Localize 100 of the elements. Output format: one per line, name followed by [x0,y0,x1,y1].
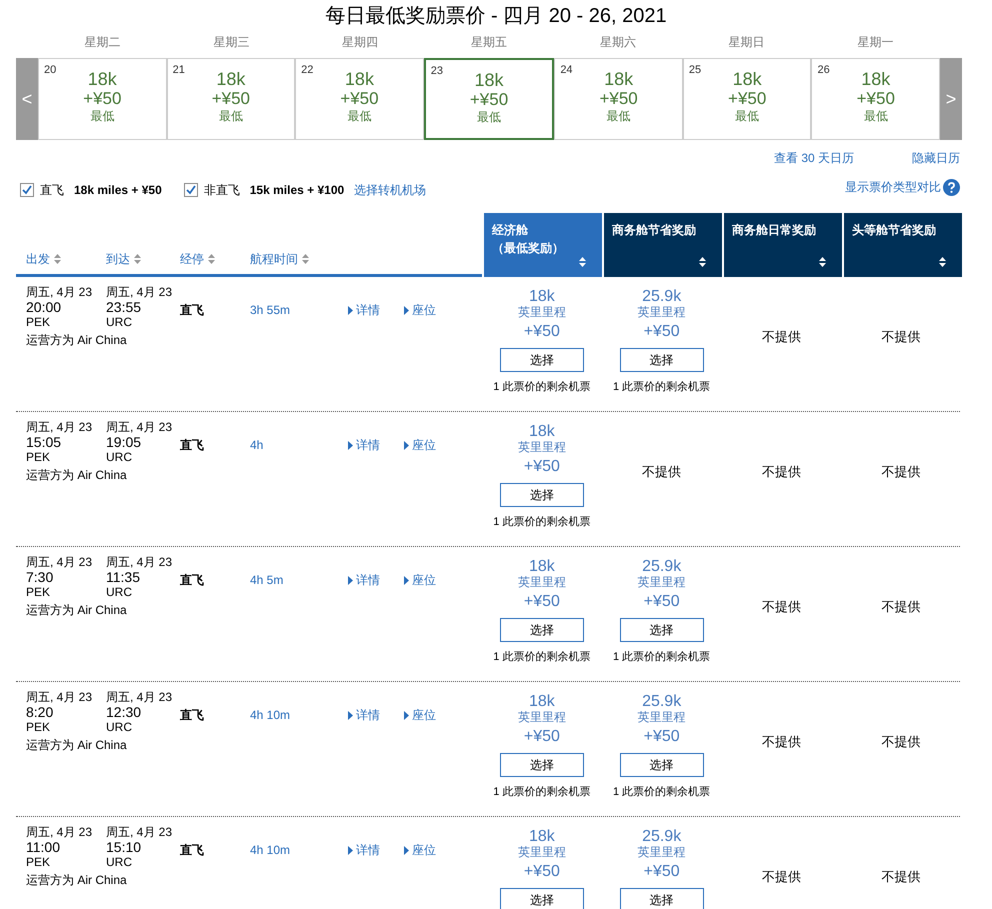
details-link[interactable]: 详情 [348,571,404,589]
seats-link[interactable]: 座位 [404,706,436,724]
calendar-link[interactable]: 隐藏日历 [912,149,960,167]
departure-airport: PEK [26,315,52,329]
seats-remaining: 1 此票价的剩余机票 [493,515,590,530]
miles-amount: 18k [528,424,555,440]
select-button[interactable]: 选择 [620,618,704,642]
sort-icon [302,254,309,264]
caret-icon [348,846,353,854]
departure-date: 周五, 4月 23 [26,690,94,704]
filter-price: 15k miles + ¥100 [250,182,344,199]
select-button[interactable]: 选择 [500,483,584,507]
help-icon[interactable] [943,178,960,196]
weekday-label: 星期日 [728,34,765,51]
day-note: 最低 [477,110,502,124]
day-note: 最低 [606,109,631,123]
day-number: 24 [560,63,573,78]
fee-amount: +¥50 [644,862,680,882]
checkbox[interactable] [20,183,34,197]
sort-icon [579,257,586,267]
sort-header[interactable]: 到达 [106,250,180,268]
day-number: 26 [817,63,830,78]
arrival-date: 周五, 4月 23 [106,555,174,569]
seats-remaining: 1 此票价的剩余机票 [493,380,590,395]
fare-type-subtitle: （最低奖励） [492,240,565,257]
day-cell[interactable]: 26 18k +¥50 最低 [811,58,940,140]
miles-unit: 英里里程 [518,575,566,589]
miles-amount: 25.9k [642,289,682,305]
previous-week-button[interactable]: < [16,58,38,140]
fare-column-header[interactable]: 头等舱节省奖励 [844,213,962,277]
day-fee: +¥50 [599,89,638,109]
sort-header[interactable]: 经停 [180,250,250,268]
day-number: 25 [688,63,702,78]
details-link[interactable]: 详情 [348,841,404,859]
miles-unit: 英里里程 [638,305,686,319]
fare-type-title: 头等舱节省奖励 [852,222,937,239]
seats-remaining: 1 此票价的剩余机票 [613,785,710,800]
miles-unit: 英里里程 [518,710,566,724]
day-cell[interactable]: 23 18k +¥50 最低 [424,58,554,140]
fare-column-header[interactable]: 商务舱日常奖励 [724,213,842,277]
sort-icon [134,254,141,264]
seats-link[interactable]: 座位 [404,571,436,589]
arrival-airport: URC [106,450,133,464]
fare-column-header[interactable]: 商务舱节省奖励 [604,213,722,277]
arrival-date: 周五, 4月 23 [106,420,174,434]
checkbox[interactable] [184,183,198,197]
details-link[interactable]: 详情 [348,301,404,319]
not-available: 不提供 [762,463,801,481]
departure-time: 11:00 [26,839,61,855]
arrival-airport: URC [106,315,133,329]
day-cell[interactable]: 21 18k +¥50 最低 [166,58,296,140]
not-available: 不提供 [882,463,921,481]
select-button[interactable]: 选择 [500,753,584,777]
caret-icon [348,710,353,720]
miles-amount: 25.9k [642,829,682,845]
select-button[interactable]: 选择 [500,618,584,642]
not-available: 不提供 [762,328,801,346]
compare-fares-link[interactable]: 显示票价类型对比 [845,178,941,196]
select-button[interactable]: 选择 [620,753,704,777]
fare-column-header[interactable]: 经济舱 （最低奖励） [484,213,602,277]
calendar-link[interactable]: 查看 30 天日历 [774,149,854,167]
select-button[interactable]: 选择 [500,888,584,909]
day-cell[interactable]: 24 18k +¥50 最低 [554,58,683,140]
caret-icon [348,306,353,314]
select-button[interactable]: 选择 [620,888,704,909]
seats-remaining: 1 此票价的剩余机票 [493,650,590,665]
fee-amount: +¥50 [524,457,560,477]
operator-text: 运营方为 Air China [26,333,128,347]
sort-header[interactable]: 出发 [26,250,106,268]
fee-amount: +¥50 [524,592,560,612]
seats-link[interactable]: 座位 [404,436,436,454]
day-miles: 18k [861,69,890,89]
seats-link[interactable]: 座位 [404,301,436,319]
arrival-date: 周五, 4月 23 [106,690,174,704]
details-link[interactable]: 详情 [348,706,404,724]
select-button[interactable]: 选择 [500,348,584,372]
not-available: 不提供 [762,868,801,886]
seats-link[interactable]: 座位 [404,841,436,859]
departure-date: 周五, 4月 23 [26,285,94,299]
weekday-label: 星期三 [213,34,250,51]
day-cell[interactable]: 20 18k +¥50 最低 [38,58,167,140]
arrival-airport: URC [106,855,133,869]
check-icon [22,185,32,195]
operator-text: 运营方为 Air China [26,468,128,482]
sort-header[interactable]: 航程时间 [250,250,340,268]
select-button[interactable]: 选择 [620,348,704,372]
day-cell[interactable]: 25 18k +¥50 最低 [682,58,812,140]
day-fee: +¥50 [212,89,250,109]
miles-unit: 英里里程 [638,710,686,724]
operator-text: 运营方为 Air China [26,603,128,617]
connection-airport-link[interactable]: 选择转机机场 [354,181,426,199]
day-fee: +¥50 [856,89,895,109]
flight-duration: 4h 5m [250,572,284,589]
next-week-button[interactable]: > [940,58,962,140]
not-available: 不提供 [642,463,682,481]
day-cell[interactable]: 22 18k +¥50 最低 [295,58,424,140]
not-available: 不提供 [762,598,801,616]
details-link[interactable]: 详情 [348,436,404,454]
weekday-label: 星期五 [471,34,507,51]
day-note: 最低 [218,109,243,123]
